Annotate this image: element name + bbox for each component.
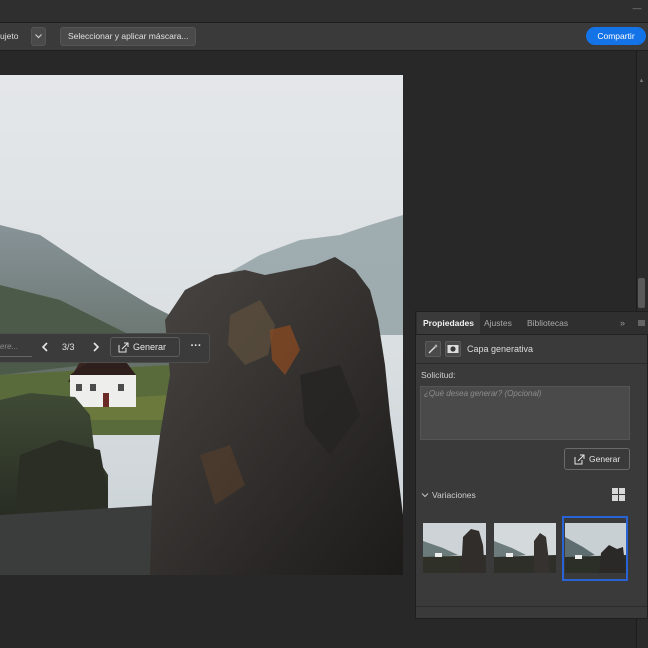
previous-variation-button[interactable] <box>39 338 51 356</box>
grid-icon[interactable] <box>612 488 625 501</box>
select-subject-button[interactable]: ujeto <box>0 28 18 45</box>
generate-icon <box>118 342 129 353</box>
title-strip <box>0 0 648 23</box>
share-button[interactable]: Compartir <box>586 27 646 45</box>
variation-counter: 3/3 <box>62 342 75 352</box>
tab-libraries[interactable]: Bibliotecas <box>527 312 568 334</box>
chevron-down-icon <box>35 34 42 39</box>
layer-type-label: Capa generativa <box>467 344 534 354</box>
mask-icon <box>445 341 461 357</box>
minimize-icon[interactable]: — <box>632 3 642 13</box>
chevron-left-icon <box>41 342 48 352</box>
magic-icon <box>425 341 441 357</box>
scroll-up-icon[interactable]: ▲ <box>638 78 645 85</box>
generate-button[interactable]: Generar <box>564 448 630 470</box>
panel-bottom-divider <box>416 606 647 607</box>
variations-label: Variaciones <box>432 490 476 500</box>
select-and-mask-button[interactable]: Seleccionar y aplicar máscara... <box>60 27 197 46</box>
document-canvas[interactable] <box>0 75 403 575</box>
variation-thumbnail-3[interactable] <box>565 523 626 573</box>
chevron-right-icon <box>93 342 100 352</box>
chevron-down-icon <box>421 493 429 498</box>
landscape-image <box>0 75 403 575</box>
tab-adjustments[interactable]: Ajustes <box>484 312 512 334</box>
prompt-textarea[interactable]: ¿Qué desea generar? (Opcional) <box>420 386 630 440</box>
prompt-placeholder: ¿Qué desea generar? (Opcional) <box>424 389 542 398</box>
tab-properties[interactable]: Propiedades <box>417 312 481 334</box>
panel-divider <box>416 363 647 364</box>
prompt-label: Solicitud: <box>421 370 456 380</box>
prompt-input[interactable]: ere... <box>0 338 32 357</box>
next-variation-button[interactable] <box>90 338 102 356</box>
variation-thumbnail-1[interactable] <box>423 523 486 573</box>
scrollbar-thumb[interactable] <box>638 278 645 308</box>
context-generate-label: Generar <box>133 342 167 352</box>
menu-icon[interactable] <box>637 317 646 329</box>
variations-toggle[interactable] <box>420 489 430 501</box>
collapse-icon[interactable]: » <box>620 317 625 329</box>
context-generate-button[interactable]: Generar <box>110 337 180 357</box>
variation-thumbnail-2[interactable] <box>494 523 556 573</box>
generate-icon <box>574 454 585 465</box>
subject-dropdown[interactable] <box>31 27 46 46</box>
more-options-button[interactable]: ··· <box>188 338 204 356</box>
generate-label: Generar <box>589 454 621 464</box>
